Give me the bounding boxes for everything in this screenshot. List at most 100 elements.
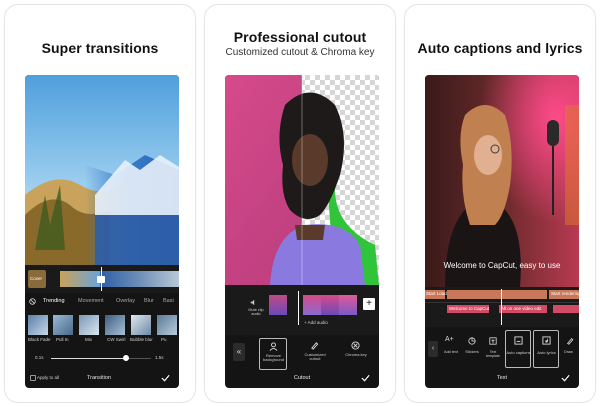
caption-overlay[interactable]: Welcome to CapCut, easy to use: [425, 261, 579, 270]
stickers-button[interactable]: Stickers: [462, 333, 482, 367]
clip-thumbnail[interactable]: [269, 295, 287, 315]
tool-label: Remove background: [263, 353, 284, 362]
text-clip[interactable]: Start rendering: [549, 290, 579, 299]
slider-knob[interactable]: [123, 355, 129, 361]
bottom-bar: Apply to all Transition: [25, 371, 179, 388]
footer-title: Transition: [87, 375, 111, 381]
bottom-bar: Text: [425, 371, 579, 388]
draw-button[interactable]: Draw: [562, 333, 579, 367]
speaker-icon[interactable]: [250, 299, 257, 306]
person-icon: [269, 342, 278, 351]
auto-lyrics-button[interactable]: Auto lyrics: [533, 330, 559, 368]
panel-title: Auto captions and lyrics: [417, 40, 583, 56]
tool-label: Text template: [486, 350, 500, 358]
effect-label: Pull In: [56, 337, 69, 342]
mute-clip-audio-label: Mute clip audio: [248, 308, 264, 316]
divider: [425, 302, 579, 303]
slider-min-label: 0.1s: [35, 355, 44, 360]
back-button[interactable]: ‹: [428, 341, 438, 357]
clip-thumbnail[interactable]: [339, 295, 357, 315]
auto-captions-icon: [514, 336, 523, 345]
customized-cutout-button[interactable]: Customized cutout: [301, 338, 329, 370]
tool-label: Auto captions: [506, 350, 531, 355]
playhead[interactable]: [298, 291, 299, 325]
timeline-track[interactable]: Mute clip audio + + Add audio: [225, 285, 379, 335]
text-clip[interactable]: [447, 290, 547, 299]
timeline-track[interactable]: Cover: [25, 265, 179, 293]
sticker-icon: [468, 337, 476, 345]
apply-to-all-button[interactable]: Apply to all: [37, 375, 59, 381]
effect-label: Pu: [161, 337, 167, 342]
caption-clip[interactable]: Welcome to CapCut: [447, 305, 489, 313]
slider-fill: [51, 358, 126, 359]
auto-lyrics-icon: [542, 336, 551, 345]
tool-label: Auto lyrics: [537, 350, 556, 355]
apply-all-icon[interactable]: [30, 375, 36, 381]
tab-trending[interactable]: Trending: [43, 298, 65, 305]
footer-title: Cutout: [293, 375, 311, 381]
remove-background-button[interactable]: Remove background: [259, 338, 287, 370]
tool-label: Chroma key: [345, 352, 367, 357]
duration-slider[interactable]: 0.1s 1.5s: [25, 353, 179, 363]
video-preview: [25, 75, 179, 265]
effect-label: Bubble blur: [130, 337, 153, 342]
effect-thumbnail[interactable]: [79, 315, 99, 335]
add-audio-button[interactable]: + Add audio: [304, 320, 328, 326]
add-text-button[interactable]: A+ Add text: [441, 333, 461, 367]
text-track[interactable]: Start Loading Start rendering Welcome to…: [425, 287, 579, 327]
panel-professional-cutout: Professional cutout Customized cutout & …: [204, 4, 396, 403]
check-icon[interactable]: [561, 374, 570, 382]
cutout-toolbar: « Remove background Customized cutout Ch…: [225, 335, 379, 371]
caption-clip[interactable]: [553, 305, 579, 313]
video-preview: Welcome to CapCut, easy to use: [425, 75, 579, 287]
pen-icon: [567, 338, 574, 345]
tool-label: Stickers: [465, 350, 479, 354]
landscape-transition-image: [25, 75, 179, 265]
add-clip-button[interactable]: +: [363, 298, 375, 310]
effect-label: Mix: [85, 337, 92, 342]
effect-thumbnail[interactable]: [105, 315, 125, 335]
singer-image: [425, 75, 579, 287]
chroma-key-icon: [351, 341, 360, 350]
portrait-cutout-image: [225, 75, 379, 285]
effect-label: CW Swirl: [107, 337, 126, 342]
text-clip[interactable]: Start Loading: [425, 290, 453, 299]
clip-thumbnail[interactable]: [321, 295, 339, 315]
effect-thumbnail[interactable]: [131, 315, 151, 335]
effect-thumbnail[interactable]: [157, 315, 177, 335]
chroma-key-button[interactable]: Chroma key: [341, 338, 371, 370]
transition-marker[interactable]: [97, 276, 105, 283]
template-icon: [489, 337, 497, 345]
bottom-bar: Cutout: [225, 371, 379, 388]
panel-title: Super transitions: [41, 40, 159, 56]
tool-label: Draw: [564, 350, 573, 354]
check-icon[interactable]: [361, 374, 370, 382]
text-template-button[interactable]: Text template: [483, 333, 503, 367]
effect-thumbnail[interactable]: [53, 315, 73, 335]
cover-label: Cover: [30, 276, 43, 281]
panel-subtitle: Customized cutout & Chroma key: [225, 47, 375, 58]
panel-title: Professional cutout: [233, 29, 367, 45]
check-icon[interactable]: [161, 374, 170, 382]
effect-label: Black Fade: [28, 337, 51, 342]
tab-basic[interactable]: Basi: [163, 298, 174, 305]
video-preview: [225, 75, 379, 285]
auto-captions-button[interactable]: Auto captions: [505, 330, 531, 368]
cover-thumbnail[interactable]: Cover: [28, 270, 46, 288]
playhead[interactable]: [501, 289, 502, 325]
effect-thumbnail[interactable]: [28, 315, 48, 335]
tab-movement[interactable]: Movement: [78, 298, 104, 305]
panel-auto-captions: Auto captions and lyrics Welcome to CapC…: [404, 4, 596, 403]
clip-thumbnail[interactable]: [100, 271, 179, 287]
back-button[interactable]: «: [233, 343, 245, 361]
phone-screen: Welcome to CapCut, easy to use Start Loa…: [425, 75, 579, 388]
tool-label: Customized cutout: [304, 352, 326, 361]
phone-screen: Mute clip audio + + Add audio « Remove b…: [225, 75, 379, 388]
clip-thumbnail[interactable]: [303, 295, 321, 315]
tab-blur[interactable]: Blur: [144, 298, 154, 305]
caption-clip[interactable]: All on one video edit: [499, 305, 547, 313]
clip-thumbnail[interactable]: [60, 271, 100, 287]
tab-overlay[interactable]: Overlay: [116, 298, 135, 305]
ban-icon[interactable]: [29, 298, 36, 305]
effect-list: Black Fade Pull In Mix CW Swirl Bubble b…: [25, 315, 179, 345]
